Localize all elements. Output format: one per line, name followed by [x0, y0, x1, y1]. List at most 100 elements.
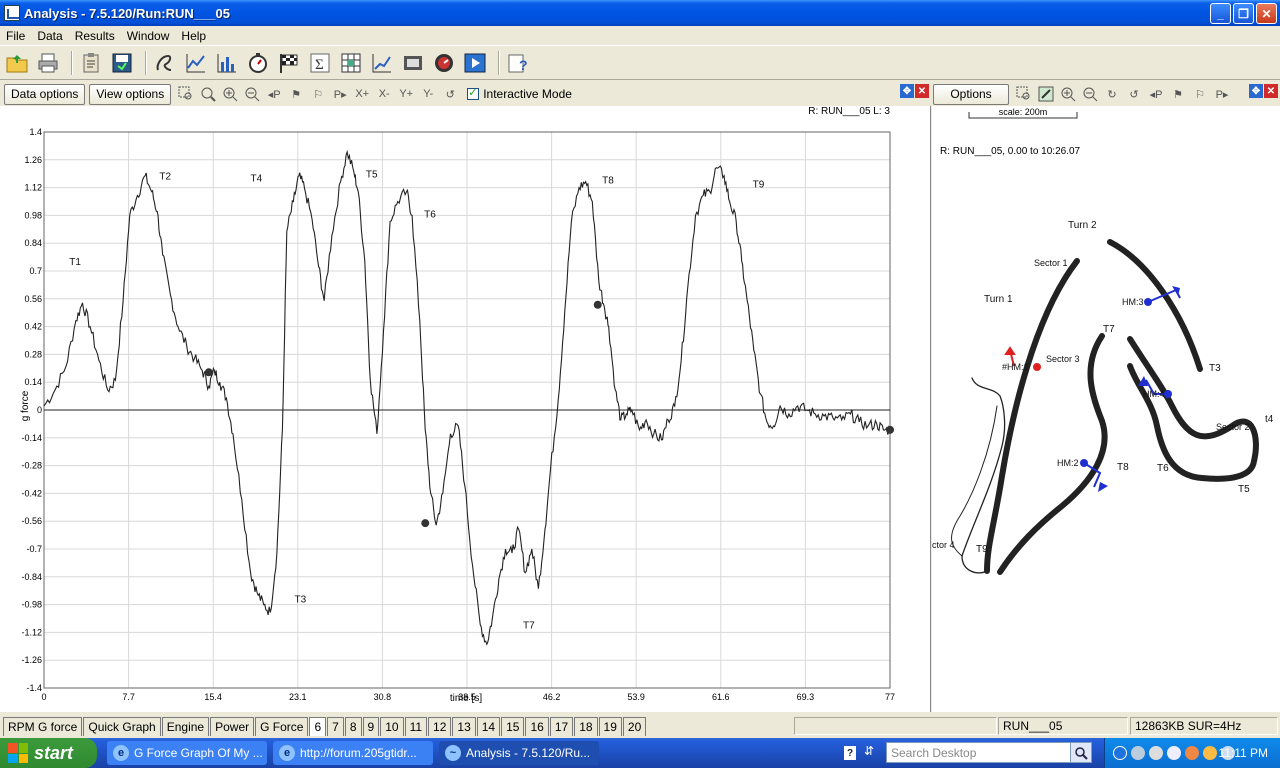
tab-14[interactable]: 14: [476, 716, 501, 736]
x-tick-label: 77: [885, 692, 895, 702]
save-data-icon[interactable]: [109, 50, 135, 76]
taskbar-item-ie-2[interactable]: e http://forum.205gtidr...: [273, 741, 433, 765]
tab-16[interactable]: 16: [525, 716, 549, 736]
search-icon[interactable]: [1070, 742, 1092, 763]
tray-back-icon[interactable]: [1113, 746, 1127, 760]
minimize-button[interactable]: _: [1210, 3, 1231, 24]
y-expand-icon[interactable]: Y+: [395, 84, 417, 104]
x-shrink-icon[interactable]: X-: [373, 84, 395, 104]
rotate-left-icon[interactable]: ↺: [1123, 84, 1145, 104]
line-graph-icon[interactable]: [183, 50, 209, 76]
open-folder-icon[interactable]: [4, 50, 30, 76]
search-tray-icon[interactable]: [1167, 746, 1181, 760]
tab-10[interactable]: 10: [380, 716, 404, 736]
search-desktop-input[interactable]: Search Desktop: [886, 742, 1072, 763]
data-marker-point[interactable]: [204, 368, 213, 377]
taskbar-item-ie-1[interactable]: e G Force Graph Of My ...: [107, 741, 267, 765]
y-tick-label: -0.7: [26, 544, 42, 554]
print-icon[interactable]: [35, 50, 61, 76]
tab-11[interactable]: 11: [404, 716, 428, 736]
rotate-right-icon[interactable]: ↻: [1101, 84, 1123, 104]
zoom-box-icon[interactable]: [175, 84, 197, 104]
start-button[interactable]: start: [0, 738, 97, 768]
bar-graph-icon[interactable]: [214, 50, 240, 76]
previous-lap-icon[interactable]: ◂P: [263, 84, 285, 104]
analysis-app-icon: ~: [445, 745, 461, 761]
tab-19[interactable]: 19: [598, 716, 622, 736]
tab-12[interactable]: 12: [428, 716, 452, 736]
hm1-marker-icon[interactable]: [1033, 363, 1041, 371]
track-map[interactable]: scale: 200m R: RUN___05, 0.00 to 10:26.0…: [932, 106, 1280, 712]
zoom-out-icon[interactable]: [241, 84, 263, 104]
map-close-panel-icon[interactable]: ✕: [1264, 84, 1278, 98]
map-move-panel-icon[interactable]: ✥: [1249, 84, 1263, 98]
sigma-icon[interactable]: Σ: [307, 50, 333, 76]
move-panel-icon[interactable]: ✥: [900, 84, 914, 98]
map-previous-lap-icon[interactable]: ◂P: [1145, 84, 1167, 104]
data-options-button[interactable]: Data options: [4, 83, 86, 105]
scatter-graph-icon[interactable]: [369, 50, 395, 76]
up-flag-icon[interactable]: ⚑: [285, 84, 307, 104]
tab-power[interactable]: Power: [210, 716, 255, 736]
menu-data[interactable]: Data: [31, 29, 68, 43]
map-down-flag-icon[interactable]: ⚐: [1189, 84, 1211, 104]
down-flag-icon[interactable]: ⚐: [307, 84, 329, 104]
tab-13[interactable]: 13: [452, 716, 476, 736]
track-map-icon[interactable]: [152, 50, 178, 76]
checkered-flag-icon[interactable]: [276, 50, 302, 76]
tab-g-force[interactable]: G Force: [255, 716, 309, 736]
menu-results[interactable]: Results: [69, 29, 121, 43]
map-edit-icon[interactable]: [1035, 84, 1057, 104]
data-marker-point[interactable]: [593, 300, 602, 309]
interactive-mode-checkbox[interactable]: Interactive Mode: [467, 86, 572, 101]
map-zoom-in-icon[interactable]: [1057, 84, 1079, 104]
close-button[interactable]: ✕: [1256, 3, 1277, 24]
tray-app-icon[interactable]: [1185, 746, 1199, 760]
x-expand-icon[interactable]: X+: [351, 84, 373, 104]
tab-8[interactable]: 8: [344, 716, 362, 736]
tab-rpm-g-force[interactable]: RPM G force: [3, 716, 83, 736]
volume-icon[interactable]: [1149, 746, 1163, 760]
video-film-icon[interactable]: [400, 50, 426, 76]
tab-engine[interactable]: Engine: [161, 716, 210, 736]
next-lap-icon[interactable]: P▸: [329, 84, 351, 104]
clipboard-icon[interactable]: [78, 50, 104, 76]
reset-zoom-icon[interactable]: ↺: [439, 84, 461, 104]
help-icon[interactable]: ?: [505, 50, 531, 76]
network-icon[interactable]: [1131, 746, 1145, 760]
data-marker-point[interactable]: [421, 519, 430, 528]
map-up-flag-icon[interactable]: ⚑: [1167, 84, 1189, 104]
menu-file[interactable]: File: [0, 29, 31, 43]
zoom-in-icon[interactable]: [219, 84, 241, 104]
restore-button[interactable]: ❐: [1233, 3, 1254, 24]
tab-6[interactable]: 6: [309, 716, 327, 736]
menu-window[interactable]: Window: [121, 29, 176, 43]
map-next-lap-icon[interactable]: P▸: [1211, 84, 1233, 104]
map-options-button[interactable]: Options: [933, 83, 1009, 105]
gauge-icon[interactable]: [431, 50, 457, 76]
menu-help[interactable]: Help: [175, 29, 212, 43]
stopwatch-icon[interactable]: [245, 50, 271, 76]
tab-9[interactable]: 9: [362, 716, 380, 736]
tab-17[interactable]: 17: [549, 716, 574, 736]
map-zoom-out-icon[interactable]: [1079, 84, 1101, 104]
checkbox-checked-icon[interactable]: [467, 86, 480, 100]
y-shrink-icon[interactable]: Y-: [417, 84, 439, 104]
taskbar-item-analysis[interactable]: ~ Analysis - 7.5.120/Ru...: [439, 741, 599, 765]
view-options-button[interactable]: View options: [89, 83, 172, 105]
tab-7[interactable]: 7: [327, 716, 344, 736]
close-panel-icon[interactable]: ✕: [915, 84, 929, 98]
play-icon[interactable]: [462, 50, 488, 76]
tab-18[interactable]: 18: [574, 716, 598, 736]
google-icon[interactable]: [1203, 746, 1217, 760]
restore-tray-icon[interactable]: ⇵: [864, 744, 874, 758]
tab-quick-graph[interactable]: Quick Graph: [83, 716, 161, 736]
tab-20[interactable]: 20: [622, 716, 647, 736]
g-force-chart[interactable]: R: RUN___05 L: 3 g force time [s] 0 7.7 15…: [0, 106, 930, 710]
map-zoom-box-icon[interactable]: [1013, 84, 1035, 104]
zoom-region-icon[interactable]: [197, 84, 219, 104]
help-tray-icon[interactable]: ?: [844, 746, 856, 760]
table-grid-icon[interactable]: [338, 50, 364, 76]
data-marker-point[interactable]: [886, 425, 894, 434]
tab-15[interactable]: 15: [501, 716, 525, 736]
